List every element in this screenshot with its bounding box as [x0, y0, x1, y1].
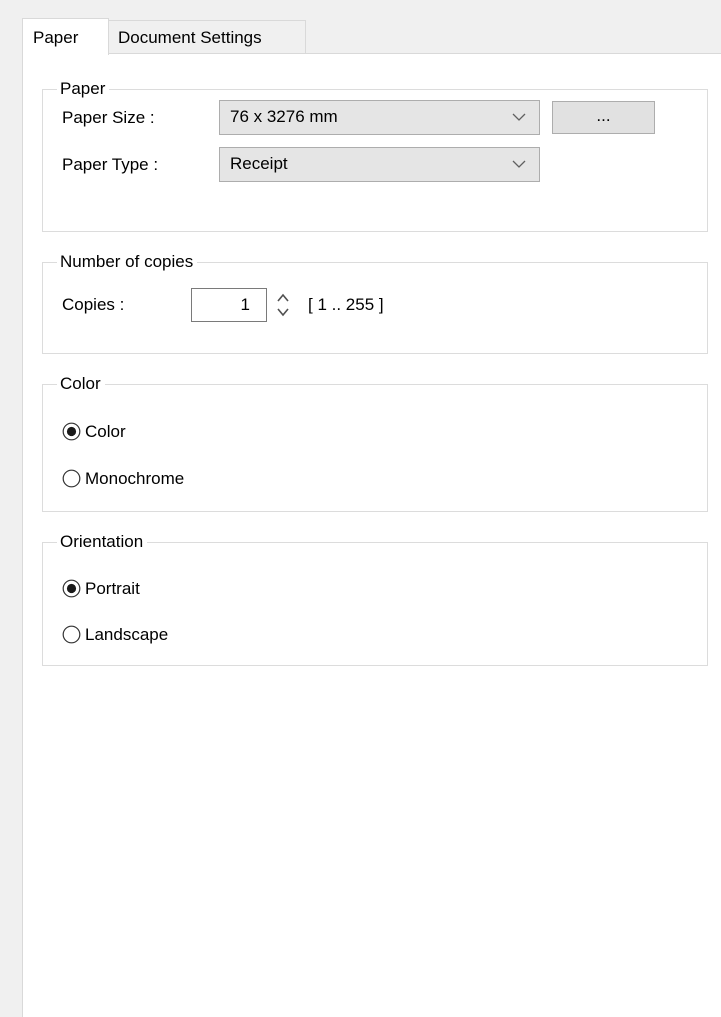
copies-spinner: [274, 288, 292, 322]
paper-type-dropdown[interactable]: Receipt: [219, 147, 540, 182]
radio-selected-icon: [62, 422, 81, 441]
radio-portrait-label: Portrait: [85, 579, 140, 598]
radio-selected-icon: [62, 579, 81, 598]
paper-type-label: Paper Type :: [62, 155, 159, 174]
tab-document-settings-label: Document Settings: [118, 28, 262, 47]
chevron-down-icon: [512, 160, 526, 168]
copies-label: Copies :: [62, 295, 125, 314]
tab-panel-paper: Paper Paper Size : 76 x 3276 mm ... Pape…: [22, 53, 721, 1017]
copies-value: 1: [240, 295, 250, 314]
copies-group-title: Number of copies: [57, 250, 198, 274]
chevron-up-icon: [277, 293, 289, 302]
orientation-group: Orientation Portrait Landscape: [42, 530, 708, 666]
tab-strip: Document Settings Paper: [0, 0, 721, 55]
copies-group: Number of copies Copies : 1 [ 1 .. 255 ]: [42, 250, 708, 354]
color-group-title: Color: [57, 372, 105, 396]
copies-decrement-button[interactable]: [274, 305, 292, 322]
paper-group-title: Paper: [57, 77, 110, 101]
color-group: Color Color Monochrome: [42, 372, 708, 512]
paper-settings-dialog: Document Settings Paper Paper Paper Size…: [0, 0, 721, 1017]
tab-paper[interactable]: Paper: [22, 18, 109, 55]
copies-range-hint: [ 1 .. 255 ]: [308, 295, 384, 314]
copies-increment-button[interactable]: [274, 288, 292, 305]
paper-size-dropdown[interactable]: 76 x 3276 mm: [219, 100, 540, 135]
radio-unselected-icon: [62, 625, 81, 644]
radio-unselected-icon: [62, 469, 81, 488]
paper-group: Paper Paper Size : 76 x 3276 mm ... Pape…: [42, 77, 708, 232]
tab-paper-label: Paper: [33, 28, 79, 47]
paper-type-value: Receipt: [230, 154, 288, 173]
radio-monochrome-label: Monochrome: [85, 469, 185, 488]
paper-size-value: 76 x 3276 mm: [230, 107, 338, 126]
tab-document-settings[interactable]: Document Settings: [108, 20, 306, 54]
paper-size-browse-button[interactable]: ...: [552, 101, 655, 134]
chevron-down-icon: [277, 308, 289, 317]
copies-input[interactable]: 1: [191, 288, 267, 322]
radio-landscape-label: Landscape: [85, 625, 169, 644]
browse-button-label: ...: [596, 106, 611, 125]
orientation-group-title: Orientation: [57, 530, 148, 554]
radio-color-label: Color: [85, 422, 126, 441]
paper-size-label: Paper Size :: [62, 108, 155, 127]
chevron-down-icon: [512, 113, 526, 121]
